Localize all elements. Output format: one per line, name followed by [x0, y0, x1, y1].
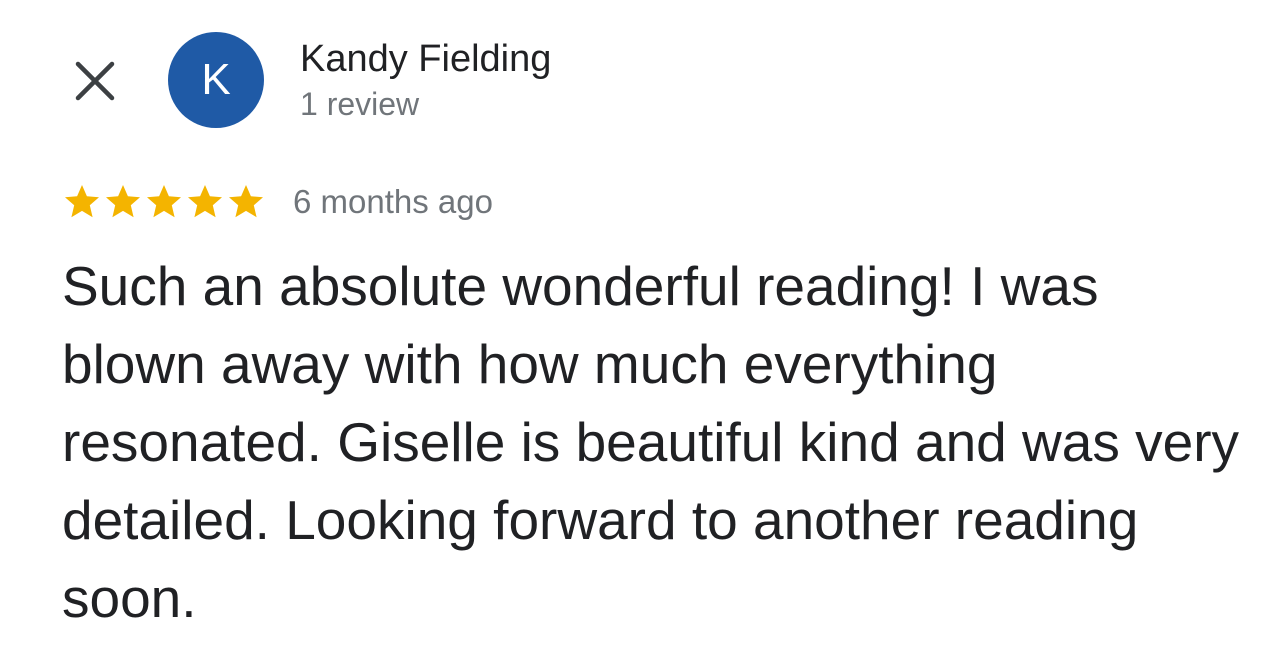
star-icon [103, 182, 143, 222]
star-icon [185, 182, 225, 222]
review-count: 1 review [300, 86, 420, 122]
close-button[interactable] [66, 52, 124, 110]
reviewer-name[interactable]: Kandy Fielding [300, 36, 551, 82]
review-date: 6 months ago [293, 183, 493, 220]
avatar-initial: K [201, 55, 231, 104]
star-icon [62, 182, 102, 222]
rating-row: 6 months ago [62, 180, 493, 224]
star-icon [226, 182, 266, 222]
star-rating [62, 182, 267, 222]
avatar[interactable]: K [168, 32, 264, 128]
reviewer-info: Kandy Fielding 1 review [300, 36, 551, 126]
close-icon [73, 59, 117, 103]
star-icon [144, 182, 184, 222]
review-text: Such an absolute wonderful reading! I wa… [62, 255, 1240, 629]
